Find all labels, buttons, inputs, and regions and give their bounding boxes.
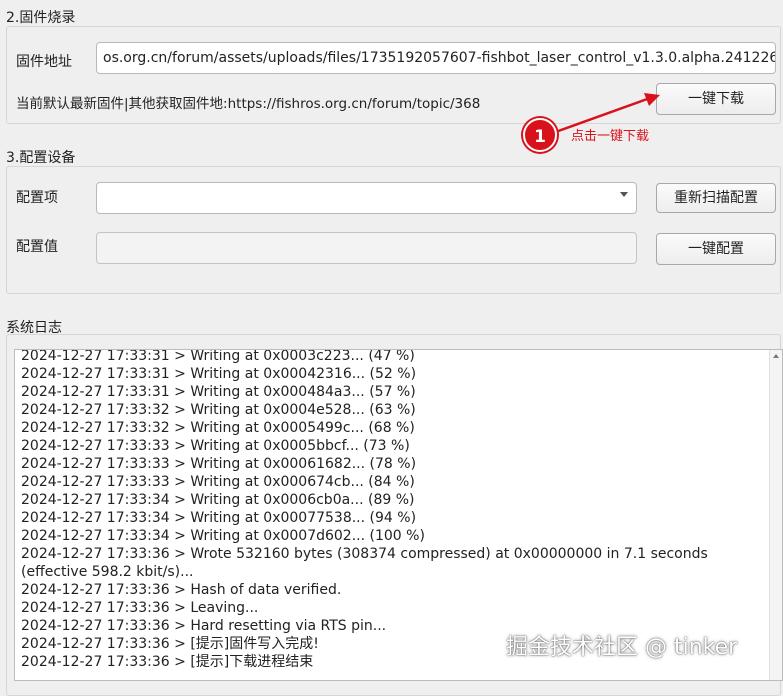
one-click-config-button[interactable]: 一键配置 xyxy=(656,233,776,265)
log-line: 2024-12-27 17:33:34 > Writing at 0x0007d… xyxy=(21,528,425,544)
log-line: 2024-12-27 17:33:36 > Hash of data verif… xyxy=(21,582,342,598)
annotation-number-badge: 1 xyxy=(523,118,557,152)
log-line: 2024-12-27 17:33:36 > Leaving... xyxy=(21,600,259,616)
log-line: 2024-12-27 17:33:36 > Wrote 532160 bytes… xyxy=(21,546,713,580)
log-line: 2024-12-27 17:33:34 > Writing at 0x00077… xyxy=(21,510,417,526)
log-lines: 2024-12-27 17:33:31 > Writing at 0x0003c… xyxy=(21,349,759,671)
log-line: 2024-12-27 17:33:32 > Writing at 0x00054… xyxy=(21,420,415,436)
watermark: 掘金技术社区 @ tinker xyxy=(506,635,738,660)
log-line: 2024-12-27 17:33:33 > Writing at 0x00061… xyxy=(21,456,417,472)
config-value-label: 配置值 xyxy=(16,239,58,255)
log-line: 2024-12-27 17:33:33 > Writing at 0x0005b… xyxy=(21,438,410,454)
annotation-text: 点击一键下载 xyxy=(571,129,650,144)
firmware-address-label: 固件地址 xyxy=(16,54,72,70)
firmware-hint: 当前默认最新固件|其他获取固件地:https://fishros.org.cn/… xyxy=(16,96,481,112)
scroll-up-arrow-icon[interactable] xyxy=(773,354,779,358)
chevron-down-icon[interactable] xyxy=(620,192,628,197)
rescan-config-button[interactable]: 重新扫描配置 xyxy=(656,183,776,213)
config-item-select[interactable] xyxy=(96,182,637,214)
log-line: 2024-12-27 17:33:33 > Writing at 0x00067… xyxy=(21,474,415,490)
one-click-download-button[interactable]: 一键下载 xyxy=(656,83,776,115)
firmware-address-input[interactable]: os.org.cn/forum/assets/uploads/files/173… xyxy=(96,42,776,74)
log-line: 2024-12-27 17:33:34 > Writing at 0x0006c… xyxy=(21,492,415,508)
log-scrollbar[interactable] xyxy=(769,350,782,680)
config-item-label: 配置项 xyxy=(16,190,58,206)
log-line: 2024-12-27 17:33:32 > Writing at 0x0004e… xyxy=(21,402,416,418)
config-section-title: 3.配置设备 xyxy=(6,150,76,166)
log-line: 2024-12-27 17:33:31 > Writing at 0x0003c… xyxy=(21,349,415,364)
log-line: 2024-12-27 17:33:31 > Writing at 0x00048… xyxy=(21,384,416,400)
firmware-section-title: 2.固件烧录 xyxy=(6,10,76,26)
config-value-input[interactable] xyxy=(96,232,637,264)
log-line: 2024-12-27 17:33:31 > Writing at 0x00042… xyxy=(21,366,417,382)
